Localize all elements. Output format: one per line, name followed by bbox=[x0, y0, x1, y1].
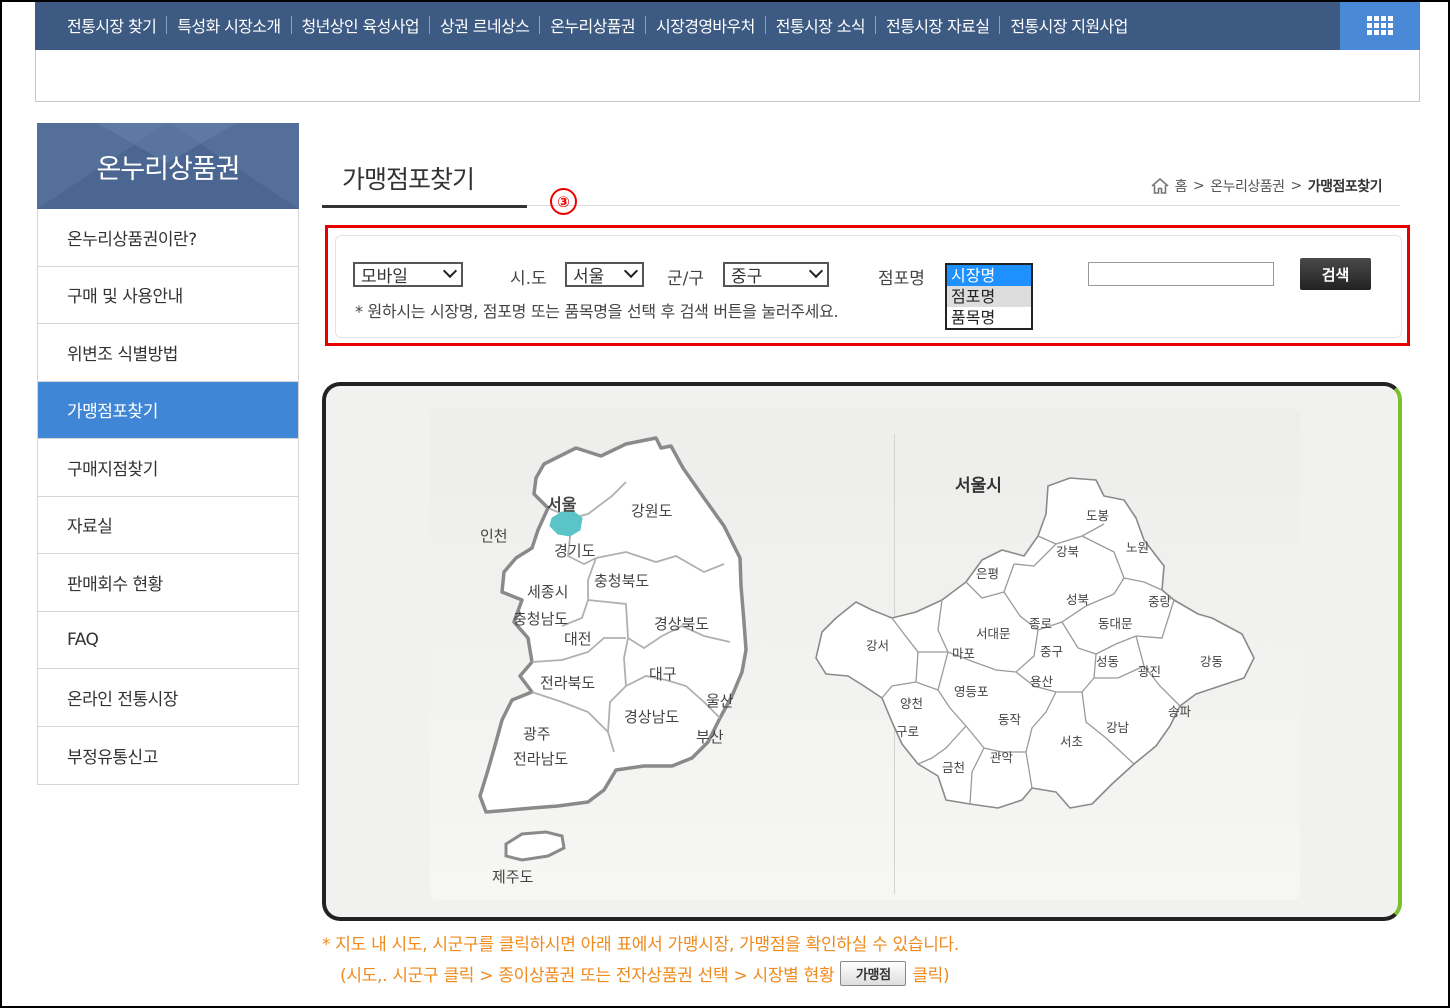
region-busan[interactable]: 부산 bbox=[696, 728, 724, 746]
jeju-island[interactable] bbox=[504, 830, 566, 862]
nav-renaissance[interactable]: 상권 르네상스 bbox=[430, 13, 539, 37]
map-usage-steps-text: (시도,. 시군구 클릭 > 종이상품권 또는 전자상품권 선택 > 시장별 현… bbox=[340, 966, 835, 986]
district-gangbuk[interactable]: 강북 bbox=[1056, 544, 1079, 559]
district-geumcheon[interactable]: 금천 bbox=[942, 760, 965, 775]
district-gangseo[interactable]: 강서 bbox=[866, 638, 889, 653]
nav-special-market[interactable]: 특성화 시장소개 bbox=[167, 13, 290, 37]
breadcrumb-parent[interactable]: 온누리상품권 bbox=[1210, 176, 1285, 196]
home-icon[interactable] bbox=[1151, 178, 1169, 194]
region-gwangju[interactable]: 광주 bbox=[523, 725, 551, 743]
sub-menu-bar bbox=[35, 50, 1420, 102]
district-eunpyeong[interactable]: 은평 bbox=[976, 566, 999, 581]
region-gyeongbuk[interactable]: 경상북도 bbox=[654, 615, 709, 633]
breadcrumb-home[interactable]: 홈 bbox=[1175, 176, 1188, 196]
district-songpa[interactable]: 송파 bbox=[1168, 704, 1192, 719]
sidebar-menu: 온누리상품권이란? 구매 및 사용안내 위변조 식별방법 가맹점포찾기 구매지점… bbox=[37, 209, 299, 785]
sidebar-item-sales-status[interactable]: 판매회수 현황 bbox=[38, 554, 298, 612]
district-dobong[interactable]: 도봉 bbox=[1086, 508, 1109, 523]
sidebar: 온누리상품권 온누리상품권이란? 구매 및 사용안내 위변조 식별방법 가맹점포… bbox=[37, 123, 299, 785]
breadcrumb-current: 가맹점포찾기 bbox=[1307, 179, 1383, 195]
nav-market-support[interactable]: 전통시장 지원사업 bbox=[1000, 13, 1137, 37]
grid-icon bbox=[1367, 15, 1393, 35]
sidebar-item-counterfeit[interactable]: 위변조 식별방법 bbox=[38, 324, 298, 382]
nav-market-news[interactable]: 전통시장 소식 bbox=[766, 13, 875, 37]
breadcrumb-separator: > bbox=[1192, 178, 1205, 194]
district-jungnang[interactable]: 중랑 bbox=[1148, 594, 1172, 609]
sidebar-title: 온누리상품권 bbox=[96, 153, 240, 185]
district-seongdong[interactable]: 성동 bbox=[1096, 654, 1119, 669]
sidebar-item-online-market[interactable]: 온라인 전통시장 bbox=[38, 669, 298, 727]
district-yangcheon[interactable]: 양천 bbox=[900, 696, 923, 711]
region-chungbuk[interactable]: 충청북도 bbox=[594, 572, 649, 590]
district-gangnam[interactable]: 강남 bbox=[1106, 720, 1130, 735]
sidebar-item-report[interactable]: 부정유통신고 bbox=[38, 726, 298, 784]
region-ulsan[interactable]: 울산 bbox=[706, 692, 734, 710]
district-nowon[interactable]: 노원 bbox=[1126, 540, 1149, 555]
region-incheon[interactable]: 인천 bbox=[480, 527, 508, 545]
map-panel: 서울시 서울 인천 강원도 경기도 충청북도 세종시 충청남도 대전 경상북도 … bbox=[322, 382, 1402, 921]
district-seongbuk[interactable]: 성북 bbox=[1066, 592, 1089, 607]
all-menu-button[interactable] bbox=[1340, 0, 1420, 50]
title-divider bbox=[527, 205, 1400, 206]
nav-management-voucher[interactable]: 시장경영바우처 bbox=[646, 13, 765, 37]
sidebar-item-about[interactable]: 온누리상품권이란? bbox=[38, 209, 298, 267]
nav-market-archive[interactable]: 전통시장 자료실 bbox=[876, 13, 999, 37]
region-gyeongnam[interactable]: 경상남도 bbox=[624, 708, 679, 726]
map-usage-steps: (시도,. 시군구 클릭 > 종이상품권 또는 전자상품권 선택 > 시장별 현… bbox=[340, 961, 950, 986]
region-gangwon[interactable]: 강원도 bbox=[631, 502, 673, 520]
top-menu: 전통시장 찾기 특성화 시장소개 청년상인 육성사업 상권 르네상스 온누리상품… bbox=[35, 13, 1138, 37]
sidebar-item-branch-search[interactable]: 구매지점찾기 bbox=[38, 439, 298, 497]
region-daejeon[interactable]: 대전 bbox=[564, 630, 592, 648]
district-dongjak[interactable]: 동작 bbox=[998, 712, 1022, 727]
district-yeongdeungpo[interactable]: 영등포 bbox=[954, 684, 989, 699]
sidebar-item-archive[interactable]: 자료실 bbox=[38, 496, 298, 554]
district-gangdong[interactable]: 강동 bbox=[1200, 654, 1223, 669]
sidebar-header: 온누리상품권 bbox=[37, 123, 299, 209]
region-jeju[interactable]: 제주도 bbox=[492, 868, 534, 886]
breadcrumb-separator: > bbox=[1290, 178, 1302, 194]
region-seoul[interactable]: 서울 bbox=[547, 495, 577, 514]
district-mapo[interactable]: 마포 bbox=[952, 646, 975, 661]
map-usage-note: * 지도 내 시도, 시군구를 클릭하시면 아래 표에서 가맹시장, 가맹점을 … bbox=[322, 935, 959, 955]
region-jeonbuk[interactable]: 전라북도 bbox=[540, 674, 595, 692]
map-svg[interactable]: 서울 인천 강원도 경기도 충청북도 세종시 충청남도 대전 경상북도 대구 전… bbox=[326, 386, 1398, 917]
page-title: 가맹점포찾기 bbox=[322, 160, 527, 208]
sidebar-item-purchase-guide[interactable]: 구매 및 사용안내 bbox=[38, 266, 298, 324]
region-jeonnam[interactable]: 전라남도 bbox=[513, 750, 568, 768]
map-usage-steps-suffix: 클릭) bbox=[912, 966, 950, 986]
district-dongdaemun[interactable]: 동대문 bbox=[1098, 616, 1133, 631]
district-gwangjin[interactable]: 광진 bbox=[1138, 664, 1161, 679]
district-jongno[interactable]: 종로 bbox=[1029, 616, 1052, 631]
district-seodaemun[interactable]: 서대문 bbox=[976, 626, 1011, 641]
region-sejong[interactable]: 세종시 bbox=[527, 583, 568, 601]
annotation-marker: ③ bbox=[550, 188, 577, 215]
district-seocho[interactable]: 서초 bbox=[1060, 734, 1083, 749]
district-junggu[interactable]: 중구 bbox=[1040, 644, 1063, 659]
nav-young-merchant[interactable]: 청년상인 육성사업 bbox=[292, 13, 429, 37]
district-gwanak[interactable]: 관악 bbox=[990, 750, 1014, 765]
store-example-button: 가맹점 bbox=[840, 961, 907, 986]
highlight-box bbox=[325, 225, 1410, 346]
district-yongsan[interactable]: 용산 bbox=[1030, 674, 1054, 689]
sidebar-item-store-search[interactable]: 가맹점포찾기 bbox=[38, 381, 298, 439]
region-gyeonggi[interactable]: 경기도 bbox=[554, 542, 596, 560]
region-chungnam[interactable]: 충청남도 bbox=[513, 610, 568, 628]
nav-onnuri-voucher[interactable]: 온누리상품권 bbox=[540, 13, 645, 37]
district-guro[interactable]: 구로 bbox=[896, 724, 919, 739]
breadcrumb: 홈 > 온누리상품권 > 가맹점포찾기 bbox=[1151, 176, 1383, 196]
region-daegu[interactable]: 대구 bbox=[649, 665, 677, 683]
nav-market-search[interactable]: 전통시장 찾기 bbox=[57, 13, 166, 37]
sidebar-item-faq[interactable]: FAQ bbox=[38, 611, 298, 669]
top-navigation: 전통시장 찾기 특성화 시장소개 청년상인 육성사업 상권 르네상스 온누리상품… bbox=[35, 0, 1420, 50]
